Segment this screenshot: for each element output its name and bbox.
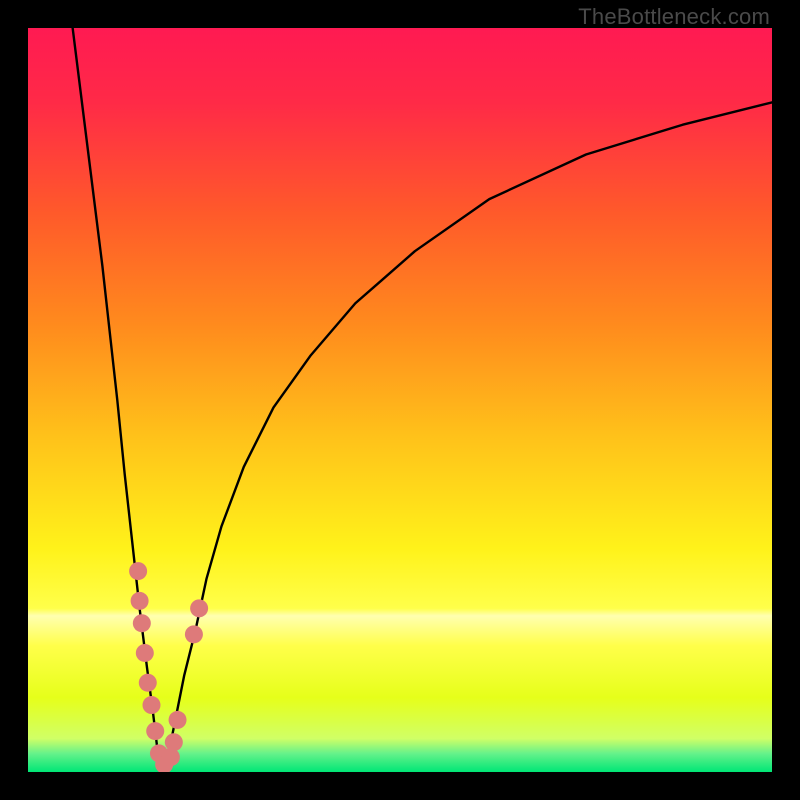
- data-bead: [129, 562, 147, 580]
- data-bead: [139, 674, 157, 692]
- data-bead: [162, 748, 180, 766]
- data-bead: [190, 599, 208, 617]
- data-bead: [133, 614, 151, 632]
- data-bead: [143, 696, 161, 714]
- data-bead: [146, 722, 164, 740]
- watermark-text: TheBottleneck.com: [578, 4, 770, 30]
- data-bead: [131, 592, 149, 610]
- data-bead: [165, 733, 183, 751]
- data-bead: [169, 711, 187, 729]
- bottleneck-curve: [28, 28, 772, 772]
- curve-right-arm: [162, 102, 772, 772]
- data-bead: [136, 644, 154, 662]
- data-bead: [185, 625, 203, 643]
- plot-area: [28, 28, 772, 772]
- chart-frame: TheBottleneck.com: [0, 0, 800, 800]
